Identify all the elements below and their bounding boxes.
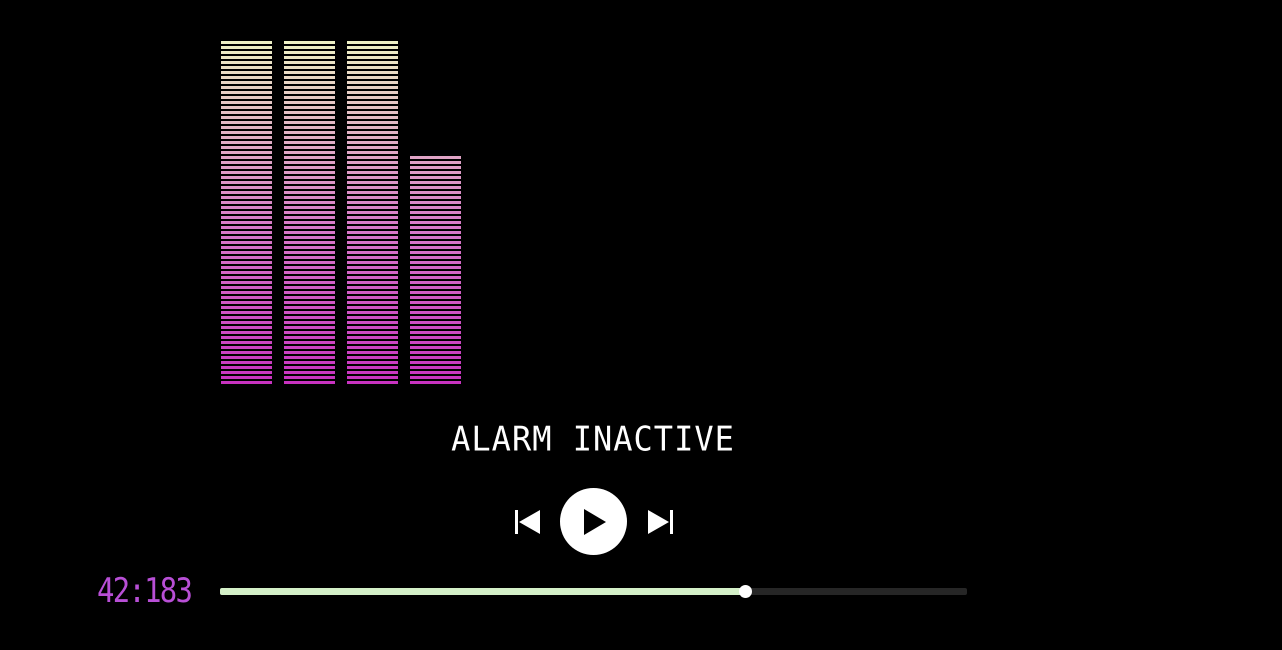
equalizer-bar: [347, 40, 398, 384]
elapsed-time: 42:183: [97, 571, 193, 611]
progress-handle[interactable]: [739, 585, 753, 598]
progress-bar[interactable]: [220, 585, 967, 598]
equalizer-bar: [410, 155, 461, 384]
equalizer-bar: [284, 40, 335, 384]
transport-controls: [514, 487, 674, 555]
skip-previous-icon: [515, 510, 540, 534]
previous-button[interactable]: [514, 509, 542, 535]
equalizer-bar: [221, 40, 272, 384]
next-button[interactable]: [646, 509, 674, 535]
skip-next-icon: [648, 510, 673, 534]
player-screen: ALARM INACTIVE 42:183: [0, 0, 1282, 650]
progress-fill: [220, 588, 746, 595]
alarm-status-text: ALARM INACTIVE: [451, 419, 735, 459]
equalizer: [221, 40, 461, 384]
play-icon: [584, 509, 606, 535]
play-button[interactable]: [560, 488, 627, 555]
